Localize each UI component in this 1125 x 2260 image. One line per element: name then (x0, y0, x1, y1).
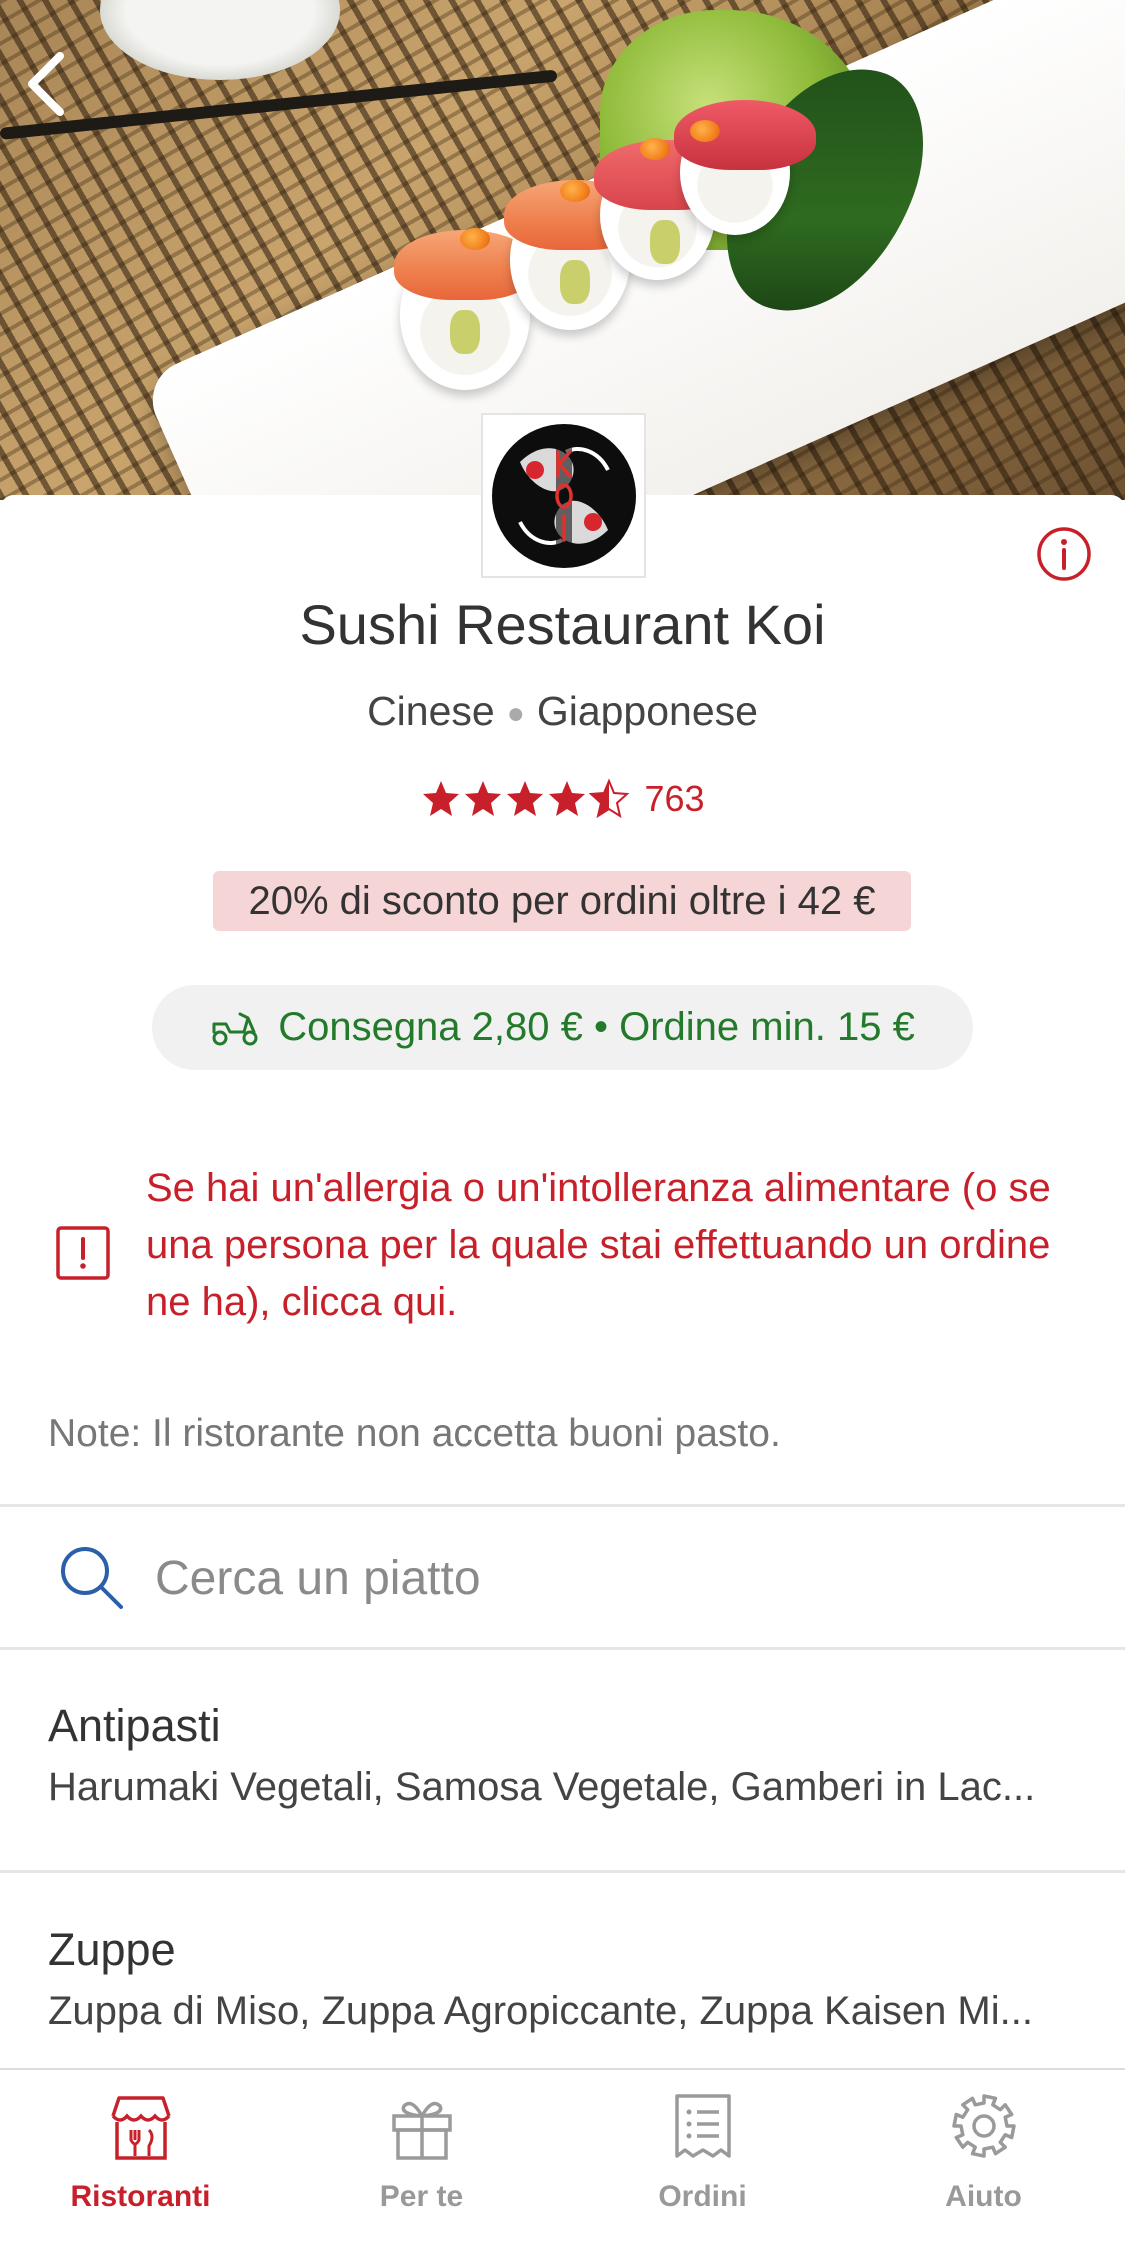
receipt-icon (675, 2094, 731, 2158)
roe-topping (690, 120, 720, 142)
delivery-info-pill: Consegna 2,80 € • Ordine min. 15 € (152, 985, 973, 1070)
tab-ristoranti[interactable]: Ristoranti (0, 2070, 281, 2260)
allergy-notice-link[interactable]: Se hai un'allergia o un'intolleranza ali… (0, 1160, 1125, 1340)
gift-icon (392, 2101, 452, 2160)
category-items-preview: Harumaki Vegetali, Samosa Vegetale, Gamb… (48, 1765, 1036, 1809)
restaurant-page: Sushi Restaurant Koi Cinese ● Giapponese 7… (0, 0, 1125, 2260)
restaurant-name: Sushi Restaurant Koi (299, 593, 826, 656)
cuisine-tag: Cinese (367, 688, 495, 734)
star-rating (420, 778, 630, 820)
menu-category-zuppe[interactable]: Zuppe Zuppa di Miso, Zuppa Agropiccante,… (0, 1874, 1125, 2096)
star-full-icon (507, 781, 544, 816)
allergy-message: Se hai un'allergia o un'intolleranza ali… (146, 1166, 1051, 1324)
tab-per-te[interactable]: Per te (281, 2070, 562, 2260)
sauce-bowl (100, 0, 340, 80)
star-full-icon (465, 781, 502, 816)
menu-category-antipasti[interactable]: Antipasti Harumaki Vegetali, Samosa Vege… (0, 1650, 1125, 1872)
category-title: Zuppe (48, 1924, 176, 1975)
search-icon (61, 1547, 123, 1609)
info-icon (1037, 527, 1091, 581)
tab-label: Ordini (658, 2180, 747, 2213)
scooter-icon (212, 1012, 258, 1045)
discount-banner: 20% di sconto per ordini oltre i 42 € (213, 871, 911, 931)
divider (0, 1504, 1125, 1507)
review-count: 763 (644, 778, 705, 819)
star-full-icon (549, 781, 586, 816)
back-button[interactable] (18, 44, 78, 124)
tab-label: Ristoranti (70, 2180, 211, 2213)
dish-search-input[interactable] (155, 1538, 1075, 1618)
category-title: Antipasti (48, 1700, 221, 1751)
alert-icon (56, 1226, 110, 1280)
tab-aiuto[interactable]: Aiuto (843, 2070, 1124, 2260)
chevron-left-icon (28, 52, 64, 116)
separator-dot: ● (506, 697, 525, 731)
roe-topping (640, 138, 670, 160)
rating-row: 763 (0, 778, 1125, 820)
koi-logo-image (491, 423, 636, 568)
cuisine-tag: Giapponese (536, 688, 758, 734)
star-half-icon (589, 778, 630, 819)
roe-topping (460, 228, 490, 250)
gear-icon (952, 2094, 1016, 2158)
tab-label: Aiuto (945, 2180, 1022, 2213)
restaurant-note: Note: Il ristorante non accetta buoni pa… (48, 1412, 781, 1455)
dish-search-bar (0, 1508, 1125, 1648)
roe-topping (560, 180, 590, 202)
star-full-icon (423, 781, 460, 816)
restaurant-logo (481, 413, 646, 578)
category-items-preview: Zuppa di Miso, Zuppa Agropiccante, Zuppa… (48, 1989, 1033, 2033)
restaurant-icon (111, 2096, 171, 2160)
tab-label: Per te (379, 2180, 464, 2213)
chopstick (0, 69, 558, 140)
info-button[interactable] (1035, 525, 1093, 583)
cuisine-list: Cinese ● Giapponese (0, 688, 1125, 735)
tab-ordini[interactable]: Ordini (562, 2070, 843, 2260)
bottom-tab-bar: Ristoranti Per te Ordini Aiuto (0, 2068, 1125, 2260)
divider (0, 1870, 1125, 1873)
delivery-info-text: Consegna 2,80 € • Ordine min. 15 € (278, 1005, 915, 1049)
